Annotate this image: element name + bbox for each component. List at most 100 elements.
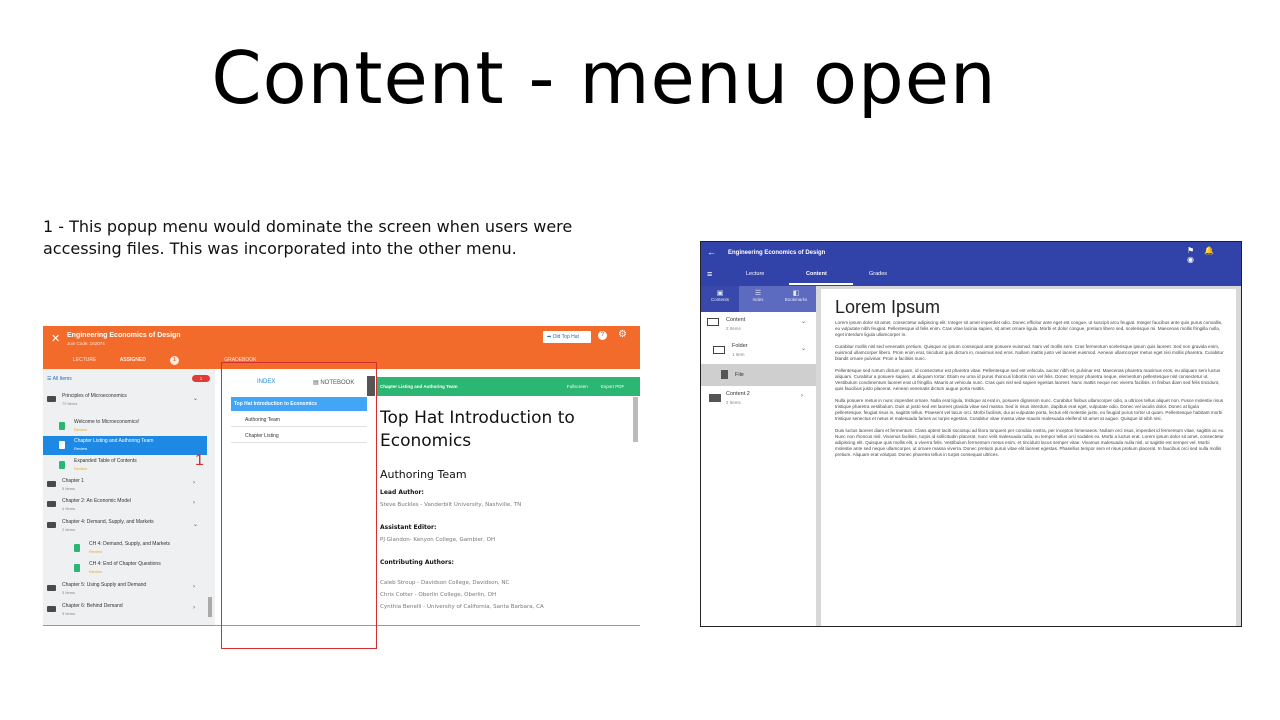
sidebar-item-title: Expanded Table of Contents bbox=[74, 458, 137, 464]
right-app-bar: ← Engineering Economics of Design ⚑ 🔔◉ ≡ … bbox=[701, 242, 1241, 286]
subtab-bookmarks[interactable]: ◧ Bookmarks bbox=[777, 286, 815, 312]
assigned-badge: 1 bbox=[169, 356, 179, 365]
app-bar-icons: ⚑ 🔔 ◉ bbox=[1187, 246, 1241, 264]
sidebar-folder-item[interactable]: Chapter 5: Using Supply and Demand 3 Item… bbox=[43, 580, 207, 599]
assistant-editor-label: Assistant Editor: bbox=[380, 524, 437, 531]
content-scrollbar[interactable] bbox=[633, 397, 638, 442]
sidebar-folder-item[interactable]: Chapter 6: Behind Demand 3 Items › bbox=[43, 601, 207, 620]
lead-author-label: Lead Author: bbox=[380, 489, 424, 496]
sidebar-item-title: Chapter 4: Demand, Supply, and Markets bbox=[62, 519, 154, 525]
paragraph: Nulla posuere metus in nunc imperdiet or… bbox=[835, 398, 1224, 421]
tab-lecture[interactable]: Lecture bbox=[746, 271, 764, 277]
tab-grades[interactable]: Grades bbox=[869, 271, 887, 277]
highlight-box bbox=[221, 362, 377, 649]
nav-item-content[interactable]: Content 2 Items ⌄ bbox=[701, 312, 816, 340]
sidebar-file-item[interactable]: Welcome to Microeconomics! Review bbox=[43, 417, 207, 436]
sidebar-folder-item[interactable]: Principles of Microeconomics 79 Items ⌄ bbox=[43, 391, 207, 410]
filter-control[interactable]: ☰ All Items bbox=[47, 376, 72, 382]
contributor: Chris Cotter - Oberlin College, Oberlin,… bbox=[380, 592, 497, 598]
chevron-right-icon: › bbox=[193, 584, 195, 590]
content-header-bar: Chapter Listing and Authoring Team Fulls… bbox=[377, 377, 640, 396]
export-pdf-button[interactable]: Export PDF bbox=[601, 384, 624, 389]
help-icon[interactable]: ? bbox=[598, 331, 607, 340]
nav-item-file[interactable]: File bbox=[701, 364, 816, 386]
sidebar-item-sub: 3 Items bbox=[62, 590, 76, 595]
subtab-contents[interactable]: ▣ Contents bbox=[701, 286, 739, 312]
tab-content[interactable]: Content bbox=[806, 271, 827, 277]
chevron-down-icon: ⌄ bbox=[193, 522, 199, 528]
sidebar-folder-item[interactable]: Chapter 4: Demand, Supply, and Markets 2 … bbox=[43, 517, 207, 536]
back-arrow-icon[interactable]: ← bbox=[707, 247, 716, 257]
old-top-hat-button[interactable]: ➡ Old Top Hat bbox=[543, 331, 591, 343]
folder-icon bbox=[709, 394, 721, 402]
sidebar-folder-item[interactable]: Chapter 1 5 Items › bbox=[43, 476, 207, 495]
tab-lecture[interactable]: LECTURE bbox=[73, 357, 96, 363]
file-icon bbox=[59, 441, 65, 449]
sidebar-file-item[interactable]: Chapter Listing and Authoring Team Review bbox=[43, 436, 207, 455]
sidebar-item-title: Welcome to Microeconomics! bbox=[74, 419, 140, 425]
fullscreen-button[interactable]: Fullscreen bbox=[567, 384, 588, 389]
sidebar-item-sub: 2 Items bbox=[62, 527, 76, 532]
sidebar-item-sub: 3 Items bbox=[62, 611, 76, 616]
sidebar-item-title: CH 4: Demand, Supply, and Markets bbox=[89, 541, 171, 547]
folder-icon bbox=[47, 396, 56, 402]
file-icon bbox=[721, 370, 728, 379]
avatar[interactable]: ◉ bbox=[1187, 255, 1194, 264]
subtab-index[interactable]: ☰ Index bbox=[739, 286, 777, 312]
sidebar-file-item[interactable]: CH 4: End of Chapter Questions Review bbox=[43, 559, 207, 578]
contents-subtabs: ▣ Contents ☰ Index ◧ Bookmarks bbox=[701, 286, 816, 312]
sidebar-item-title: CH 4: End of Chapter Questions bbox=[89, 561, 161, 567]
contributors-label: Contributing Authors: bbox=[380, 559, 454, 566]
folder-icon bbox=[47, 522, 56, 528]
nav-item-title: Folder bbox=[732, 343, 748, 349]
sidebar-file-item[interactable]: Expanded Table of Contents Review bbox=[43, 456, 207, 475]
chevron-down-icon: ⌄ bbox=[801, 346, 807, 352]
chevron-down-icon: ⌄ bbox=[801, 319, 807, 325]
hamburger-icon[interactable]: ≡ bbox=[707, 269, 712, 279]
chevron-right-icon: › bbox=[801, 393, 803, 399]
file-icon bbox=[59, 461, 65, 469]
join-code: Join Code: 162074 bbox=[67, 341, 105, 346]
slide-title: Content - menu open bbox=[211, 36, 997, 120]
sidebar-item-sub: Review bbox=[74, 466, 88, 471]
sidebar-file-item[interactable]: CH 4: Demand, Supply, and Markets Review bbox=[43, 539, 207, 558]
subtab-label: Index bbox=[752, 297, 764, 302]
subtab-label: Contents bbox=[710, 297, 729, 302]
gear-icon[interactable]: ⚙ bbox=[618, 329, 627, 340]
folder-icon bbox=[47, 481, 56, 487]
close-icon[interactable]: ✕ bbox=[51, 332, 60, 345]
nav-item-title: Content bbox=[726, 317, 746, 323]
index-icon: ☰ bbox=[754, 290, 762, 297]
chevron-right-icon: › bbox=[193, 500, 195, 506]
folder-icon bbox=[47, 501, 56, 507]
left-content-pane: Chapter Listing and Authoring Team Fulls… bbox=[377, 377, 640, 625]
chevron-right-icon: › bbox=[193, 605, 195, 611]
bell-icon[interactable]: 🔔 bbox=[1204, 246, 1214, 255]
sidebar-item-sub: 4 Items bbox=[62, 506, 76, 511]
contributor: Caleb Stroup - Davidson College, Davidso… bbox=[380, 580, 510, 586]
left-sidebar: ☰ All Items 1 Principles of Microeconomi… bbox=[43, 369, 215, 625]
sidebar-item-sub: Review bbox=[74, 446, 88, 451]
sidebar-item-title: Chapter 1 bbox=[62, 478, 84, 484]
nav-item-sub: 1 Item bbox=[732, 352, 745, 357]
sidebar-item-sub: Review bbox=[74, 427, 88, 432]
contributor: Cynthia Benelli - University of Californ… bbox=[380, 604, 544, 610]
feedback-icon[interactable]: ⚑ bbox=[1187, 246, 1194, 255]
sidebar-scrollbar[interactable] bbox=[208, 597, 212, 617]
doc-subheading: Authoring Team bbox=[380, 468, 467, 481]
sidebar-item-sub: 5 Items bbox=[62, 486, 76, 491]
sidebar-item-title: Chapter 5: Using Supply and Demand bbox=[62, 582, 147, 588]
paragraph: Pellentesque sed rutrum dictum quam, id … bbox=[835, 368, 1221, 391]
course-title: Engineering Economics of Design bbox=[67, 332, 181, 339]
sidebar-folder-item[interactable]: Chapter 2: An Economic Model 4 Items › bbox=[43, 496, 207, 515]
nav-item-folder[interactable]: Folder 1 Item ⌄ bbox=[701, 340, 816, 364]
filter-label: All Items bbox=[52, 376, 72, 382]
nav-item-content-2[interactable]: Content 2 2 Items › bbox=[701, 388, 816, 412]
tab-assigned[interactable]: ASSIGNED 1 bbox=[120, 356, 201, 365]
contents-icon: ▣ bbox=[716, 290, 724, 297]
sidebar-item-sub: Review bbox=[89, 549, 103, 554]
nav-item-sub: 2 Items bbox=[726, 400, 741, 405]
page-body: Lorem ipsum dolor sit amet, consectetur … bbox=[835, 320, 1225, 464]
paragraph: Duis luctus laoreet diam et fermentum. C… bbox=[835, 428, 1225, 457]
page-title: Lorem Ipsum bbox=[835, 297, 941, 317]
